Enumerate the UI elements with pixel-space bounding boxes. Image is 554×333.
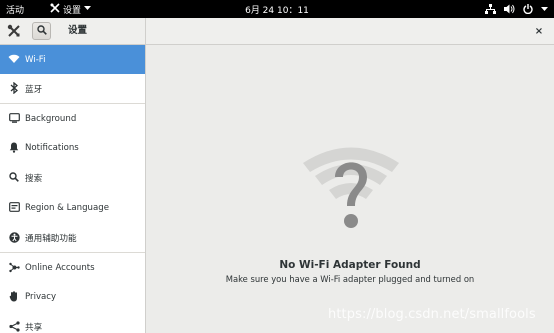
status-chevron-down-icon	[541, 6, 548, 12]
sidebar-item-label: Background	[25, 113, 77, 124]
sidebar-item-bluetooth[interactable]: 蓝牙	[0, 74, 145, 103]
chevron-down-icon	[84, 4, 92, 14]
online-accounts-icon	[8, 261, 20, 273]
wifi-panel: No Wi-Fi Adapter Found Make sure you hav…	[146, 45, 554, 333]
search-toggle-button[interactable]	[32, 22, 51, 40]
hand-icon	[8, 290, 20, 302]
sidebar-item-sharing[interactable]: 共享	[0, 312, 145, 333]
wifi-question-icon	[301, 140, 401, 240]
power-icon	[523, 4, 533, 14]
sidebar-item-label: Privacy	[25, 291, 57, 302]
sidebar-item-accessibility[interactable]: 通用辅助功能	[0, 223, 145, 252]
sidebar-item-online-accounts[interactable]: Online Accounts	[0, 253, 145, 282]
close-button[interactable]: ×	[532, 24, 546, 38]
sidebar-item-background[interactable]: Background	[0, 104, 145, 133]
tools-icon	[50, 2, 60, 16]
network-icon	[485, 4, 496, 14]
background-icon	[8, 112, 20, 124]
watermark-text: https://blog.csdn.net/smallfools	[328, 307, 536, 322]
wifi-icon	[8, 53, 20, 65]
window-title: 设置	[68, 25, 88, 36]
app-menu-label: 设置	[63, 5, 82, 16]
sidebar-item-privacy[interactable]: Privacy	[0, 282, 145, 311]
flag-icon	[8, 201, 20, 213]
sidebar-item-wifi[interactable]: Wi-Fi	[0, 45, 145, 74]
sidebar-item-label: Online Accounts	[25, 262, 95, 273]
bluetooth-icon	[8, 82, 20, 94]
volume-icon	[504, 4, 515, 14]
sidebar-item-label: 通用辅助功能	[25, 233, 77, 244]
system-status-area[interactable]	[485, 0, 548, 18]
empty-state-title: No Wi-Fi Adapter Found	[279, 259, 421, 271]
close-icon: ×	[534, 25, 544, 37]
settings-sidebar: Wi-Fi 蓝牙 Background Notifications 搜索 Reg…	[0, 45, 146, 333]
sidebar-item-notifications[interactable]: Notifications	[0, 133, 145, 162]
sidebar-item-region-language[interactable]: Region & Language	[0, 193, 145, 222]
activities-button[interactable]: 活动	[6, 0, 24, 18]
sidebar-item-label: 共享	[25, 322, 43, 333]
top-bar: 活动 设置 6月 24 10：11	[0, 0, 554, 18]
search-icon	[36, 24, 47, 38]
accessibility-icon	[8, 231, 20, 243]
header-bar: 设置 ×	[0, 18, 554, 45]
sidebar-item-label: 蓝牙	[25, 84, 43, 95]
search-icon	[8, 171, 20, 183]
settings-tools-icon	[7, 24, 21, 38]
activities-label: 活动	[6, 5, 25, 16]
app-menu-button[interactable]: 设置	[50, 0, 92, 18]
sidebar-item-label: Wi-Fi	[25, 54, 46, 65]
empty-state-subtitle: Make sure you have a Wi-Fi adapter plugg…	[225, 274, 475, 284]
header-left-pane: 设置	[0, 18, 146, 44]
sidebar-item-search[interactable]: 搜索	[0, 163, 145, 192]
sidebar-item-label: 搜索	[25, 173, 43, 184]
sidebar-item-label: Region & Language	[25, 202, 109, 213]
clock[interactable]: 6月 24 10：11	[245, 3, 309, 16]
bell-icon	[8, 141, 20, 153]
sidebar-item-label: Notifications	[25, 142, 79, 153]
share-icon	[8, 320, 20, 332]
